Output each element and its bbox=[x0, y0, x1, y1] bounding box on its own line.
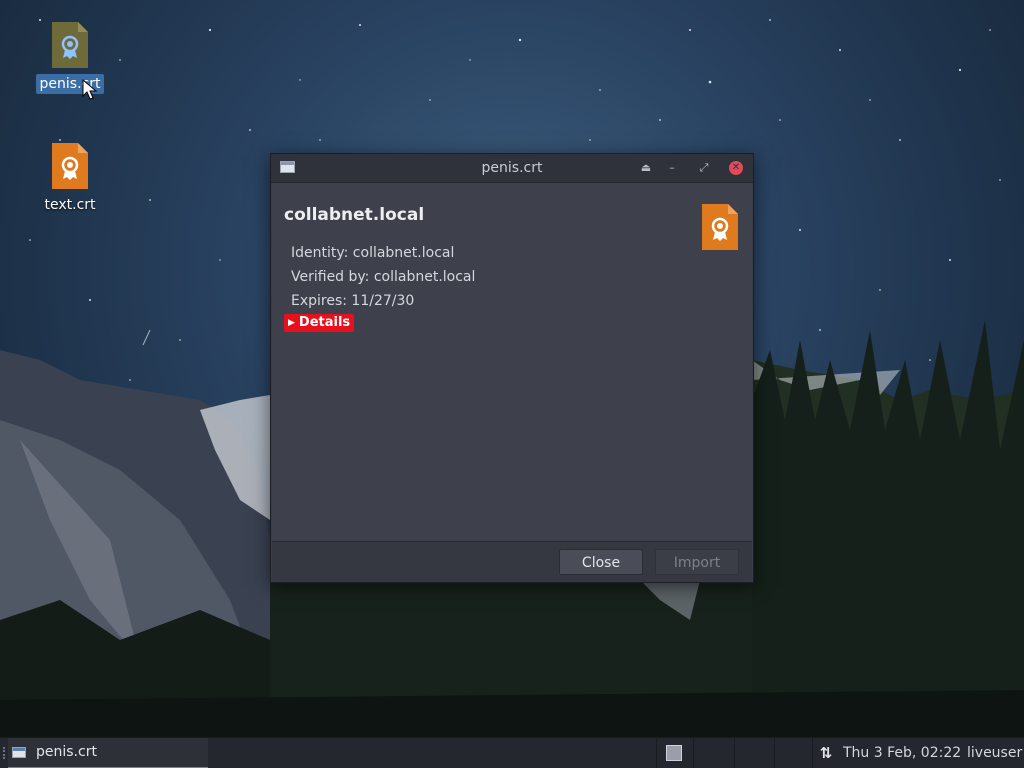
taskbar: penis.crt ⇅ Thu 3 Feb, 02:22 liveuser bbox=[0, 737, 1024, 768]
desktop[interactable]: penis.crt text.crt penis.crt ⏏ – ⤢ ✕ col… bbox=[0, 0, 1024, 768]
certificate-file-icon bbox=[52, 22, 88, 68]
verified-by-line: Verified by: collabnet.local bbox=[291, 269, 476, 285]
user-label[interactable]: liveuser bbox=[967, 738, 1022, 768]
panel-handle[interactable] bbox=[3, 747, 7, 759]
window-titlebar[interactable]: penis.crt ⏏ – ⤢ ✕ bbox=[271, 154, 753, 183]
panel-separator bbox=[812, 738, 813, 768]
certificate-name: collabnet.local bbox=[284, 205, 425, 225]
import-button[interactable]: Import bbox=[655, 549, 739, 575]
details-expander[interactable]: ▶ Details bbox=[284, 314, 355, 332]
identity-line: Identity: collabnet.local bbox=[291, 245, 455, 261]
mouse-cursor-icon bbox=[82, 79, 98, 100]
network-icon[interactable]: ⇅ bbox=[816, 742, 836, 764]
panel-separator bbox=[774, 738, 775, 768]
workspace-icon bbox=[666, 745, 682, 761]
clock[interactable]: Thu 3 Feb, 02:22 bbox=[843, 738, 961, 768]
shade-button[interactable]: ⏏ bbox=[637, 159, 655, 177]
expires-line: Expires: 11/27/30 bbox=[291, 293, 415, 309]
minimize-button[interactable]: – bbox=[663, 159, 681, 177]
dialog-button-bar: Close Import bbox=[272, 541, 752, 582]
expander-arrow-icon: ▶ bbox=[288, 318, 295, 328]
certificate-icon bbox=[702, 204, 738, 250]
certificate-file-icon bbox=[52, 143, 88, 189]
window-app-icon bbox=[12, 747, 26, 758]
close-button[interactable]: Close bbox=[559, 549, 643, 575]
desktop-file-text-crt[interactable]: text.crt bbox=[34, 143, 106, 215]
certificate-panel: collabnet.local Identity: collabnet.loca… bbox=[272, 183, 752, 540]
taskbar-window-item[interactable]: penis.crt bbox=[8, 738, 208, 768]
maximize-button[interactable]: ⤢ bbox=[695, 159, 713, 177]
desktop-file-label: text.crt bbox=[44, 197, 96, 213]
certificate-viewer-window[interactable]: penis.crt ⏏ – ⤢ ✕ collabnet.local Identi… bbox=[270, 153, 754, 583]
taskbar-item-label: penis.crt bbox=[36, 744, 97, 760]
panel-separator bbox=[734, 738, 735, 768]
workspace-switcher[interactable] bbox=[656, 738, 694, 768]
details-label: Details bbox=[298, 315, 351, 330]
window-close-button[interactable]: ✕ bbox=[729, 161, 743, 175]
